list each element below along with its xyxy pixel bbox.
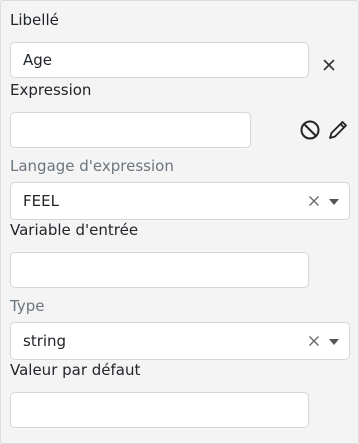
- no-entry-icon[interactable]: [299, 119, 321, 141]
- clear-selection-icon[interactable]: [307, 183, 321, 219]
- type-value: string: [23, 332, 67, 350]
- type-label: Type: [10, 297, 45, 315]
- pencil-icon[interactable]: [327, 119, 349, 141]
- chevron-down-icon[interactable]: [329, 199, 339, 205]
- expression-language-select[interactable]: FEEL: [10, 182, 350, 220]
- input-variable-label: Variable d'entrée: [10, 221, 139, 239]
- close-icon[interactable]: [323, 59, 335, 71]
- expression-label: Expression: [10, 81, 92, 99]
- expression-language-label: Langage d'expression: [10, 157, 174, 175]
- expression-language-value: FEEL: [23, 192, 59, 210]
- clear-selection-icon[interactable]: [307, 323, 321, 359]
- properties-panel: Libellé Age Expression Langage d'express…: [0, 0, 359, 444]
- chevron-down-icon[interactable]: [329, 339, 339, 345]
- input-variable-input[interactable]: [10, 252, 309, 288]
- libelle-label: Libellé: [10, 11, 59, 29]
- libelle-input[interactable]: Age: [10, 42, 309, 78]
- type-select[interactable]: string: [10, 322, 350, 360]
- default-value-label: Valeur par défaut: [10, 361, 141, 379]
- expression-input[interactable]: [10, 112, 251, 148]
- default-value-input[interactable]: [10, 392, 309, 428]
